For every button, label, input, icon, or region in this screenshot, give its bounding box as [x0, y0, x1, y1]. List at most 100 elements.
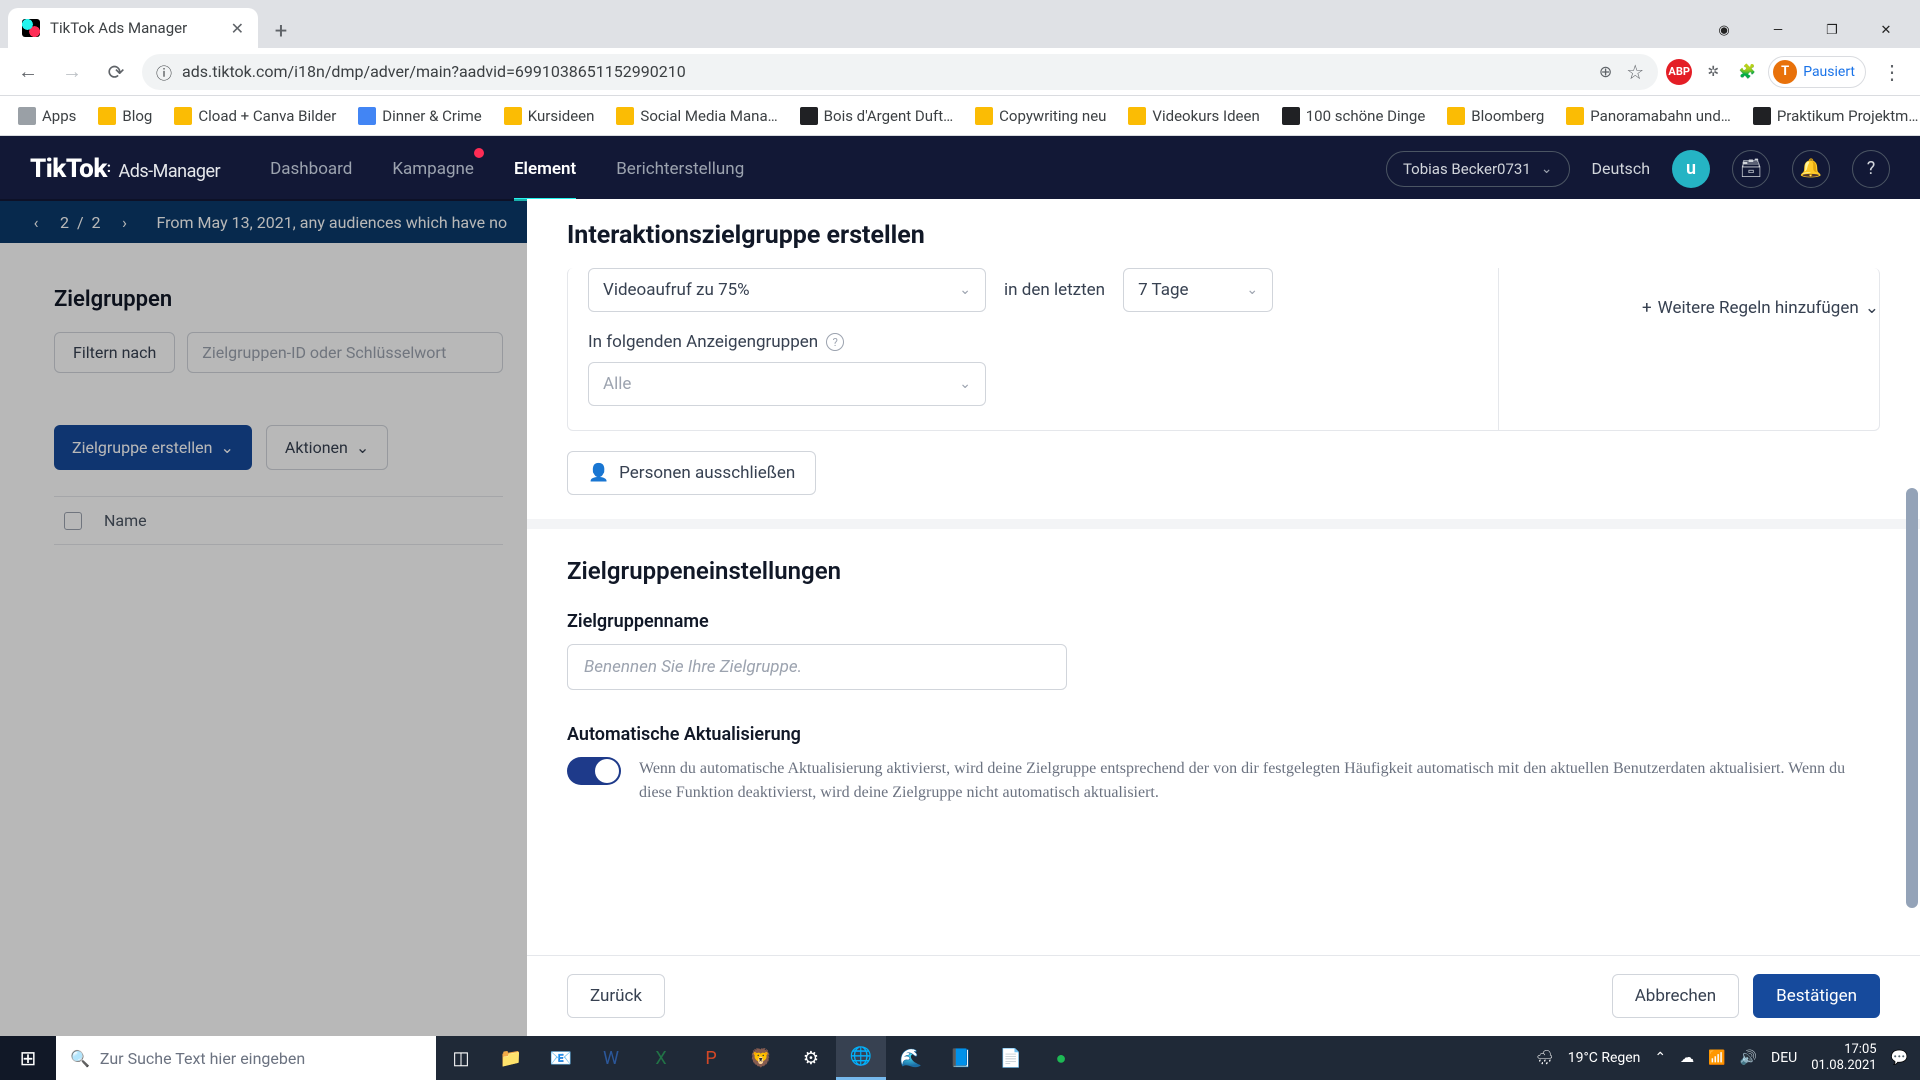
nav-kampagne[interactable]: Kampagne	[392, 136, 474, 201]
forward-button[interactable]: →	[54, 54, 90, 90]
volume-icon[interactable]: 🔊	[1740, 1050, 1757, 1066]
notifications-icon[interactable]: 💬	[1891, 1050, 1908, 1066]
tab-title: TikTok Ads Manager	[50, 19, 187, 37]
notepad-icon[interactable]: 📄	[986, 1036, 1036, 1080]
nav-dashboard[interactable]: Dashboard	[270, 136, 352, 201]
folder-icon	[975, 107, 993, 125]
adblock-extension-icon[interactable]: ABP	[1666, 59, 1692, 85]
new-tab-button[interactable]: +	[264, 14, 298, 48]
bookmark-item[interactable]: Videokurs Ideen	[1120, 103, 1267, 129]
start-button[interactable]: ⊞	[0, 1036, 56, 1080]
clock[interactable]: 17:05 01.08.2021	[1811, 1042, 1876, 1073]
close-window-button[interactable]: ✕	[1860, 12, 1912, 48]
tab-strip: TikTok Ads Manager ✕ + ◉ — ❐ ✕	[0, 0, 1920, 48]
chrome-icon[interactable]: 🌐	[836, 1036, 886, 1080]
nav-element[interactable]: Element	[514, 136, 576, 201]
bookmark-item[interactable]: 100 schöne Dinge	[1274, 103, 1434, 129]
settings-section: Zielgruppeneinstellungen Zielgruppenname…	[527, 519, 1920, 845]
app-icon[interactable]: 📘	[936, 1036, 986, 1080]
tray-chevron-icon[interactable]: ⌃	[1654, 1050, 1666, 1066]
bookmark-item[interactable]: Blog	[90, 103, 160, 129]
spotify-icon[interactable]: ●	[1036, 1036, 1086, 1080]
onedrive-icon[interactable]: ☁	[1680, 1050, 1694, 1066]
help-icon[interactable]: ?	[1852, 150, 1890, 188]
app-icon[interactable]: 🦁	[736, 1036, 786, 1080]
bookmark-item[interactable]: Bloomberg	[1439, 103, 1552, 129]
extensions-menu-icon[interactable]: 🧩	[1734, 59, 1760, 85]
briefcase-icon[interactable]: 🗃	[1732, 150, 1770, 188]
tab-close-icon[interactable]: ✕	[231, 19, 244, 38]
powerpoint-icon[interactable]: P	[686, 1036, 736, 1080]
logo[interactable]: TikTok: Ads-Manager	[30, 154, 220, 184]
nav-berichterstellung[interactable]: Berichterstellung	[616, 136, 744, 201]
bookmark-item[interactable]: Dinner & Crime	[350, 103, 489, 129]
bookmark-apps[interactable]: Apps	[10, 103, 84, 129]
weather-text[interactable]: 19°C Regen	[1568, 1050, 1641, 1066]
explorer-icon[interactable]: 📁	[486, 1036, 536, 1080]
time-select[interactable]: 7 Tage ⌄	[1123, 268, 1273, 312]
event-select[interactable]: Videoaufruf zu 75% ⌄	[588, 268, 986, 312]
taskbar-search[interactable]: 🔍 Zur Suche Text hier eingeben	[56, 1036, 436, 1080]
chevron-down-icon: ⌄	[1246, 282, 1258, 298]
word-icon[interactable]: W	[586, 1036, 636, 1080]
person-minus-icon: 👤	[588, 463, 609, 483]
exclude-people-button[interactable]: 👤 Personen ausschließen	[567, 451, 816, 495]
site-icon	[358, 107, 376, 125]
reload-button[interactable]: ⟳	[98, 54, 134, 90]
browser-tab[interactable]: TikTok Ads Manager ✕	[8, 8, 258, 48]
adgroup-select[interactable]: Alle ⌄	[588, 362, 986, 406]
browser-toolbar: ← → ⟳ ⓘ ads.tiktok.com/i18n/dmp/adver/ma…	[0, 48, 1920, 96]
bookmark-item[interactable]: Social Media Mana…	[608, 103, 785, 129]
bookmark-item[interactable]: Praktikum Projektm…	[1745, 103, 1920, 129]
app-header: TikTok: Ads-Manager Dashboard Kampagne E…	[0, 136, 1920, 201]
auto-update-toggle[interactable]	[567, 757, 621, 785]
avatar-icon[interactable]: u	[1672, 150, 1710, 188]
weather-icon[interactable]: 🌧	[1536, 1050, 1554, 1066]
adgroup-label: In folgenden Anzeigengruppen ?	[588, 332, 1859, 352]
browser-chrome: TikTok Ads Manager ✕ + ◉ — ❐ ✕ ← → ⟳ ⓘ a…	[0, 0, 1920, 136]
extension-icon[interactable]: ✲	[1700, 59, 1726, 85]
confirm-button[interactable]: Bestätigen	[1753, 974, 1880, 1018]
url-text: ads.tiktok.com/i18n/dmp/adver/main?aadvi…	[182, 62, 686, 81]
language-selector[interactable]: Deutsch	[1592, 159, 1650, 178]
scrollbar[interactable]	[1906, 488, 1918, 908]
auto-update-label: Automatische Aktualisierung	[567, 724, 1880, 745]
audience-name-input[interactable]: Benennen Sie Ihre Zielgruppe.	[567, 644, 1067, 690]
logo-dot-icon: :	[107, 160, 111, 176]
toggle-knob	[595, 759, 619, 783]
bookmark-item[interactable]: Panoramabahn und…	[1558, 103, 1739, 129]
browser-menu-button[interactable]: ⋮	[1874, 54, 1910, 90]
zoom-icon[interactable]: ⊕	[1599, 62, 1612, 81]
account-indicator-icon[interactable]: ◉	[1698, 12, 1750, 48]
site-info-icon[interactable]: ⓘ	[156, 60, 172, 84]
wifi-icon[interactable]: 📶	[1708, 1050, 1725, 1066]
bookmark-item[interactable]: Bois d'Argent Duft…	[792, 103, 962, 129]
mail-icon[interactable]: 📧	[536, 1036, 586, 1080]
maximize-button[interactable]: ❐	[1806, 12, 1858, 48]
add-rules-button[interactable]: + Weitere Regeln hinzufügen ⌄	[1642, 298, 1879, 318]
modal-backdrop[interactable]	[0, 199, 527, 1036]
bell-icon[interactable]: 🔔	[1792, 150, 1830, 188]
site-icon	[800, 107, 818, 125]
minimize-button[interactable]: —	[1752, 12, 1804, 48]
language-indicator[interactable]: DEU	[1771, 1050, 1797, 1066]
profile-badge[interactable]: T Pausiert	[1768, 56, 1866, 88]
task-view-icon[interactable]: ◫	[436, 1036, 486, 1080]
bookmark-item[interactable]: Cload + Canva Bilder	[166, 103, 344, 129]
edge-icon[interactable]: 🌊	[886, 1036, 936, 1080]
folder-icon	[504, 107, 522, 125]
cancel-button[interactable]: Abbrechen	[1612, 974, 1739, 1018]
bookmark-star-icon[interactable]: ☆	[1626, 60, 1644, 84]
bookmark-item[interactable]: Copywriting neu	[967, 103, 1114, 129]
rule-block: Videoaufruf zu 75% ⌄ in den letzten 7 Ta…	[567, 268, 1880, 431]
address-bar[interactable]: ⓘ ads.tiktok.com/i18n/dmp/adver/main?aad…	[142, 54, 1658, 90]
back-button[interactable]: ←	[10, 54, 46, 90]
obs-icon[interactable]: ⚙	[786, 1036, 836, 1080]
help-tooltip-icon[interactable]: ?	[826, 333, 844, 351]
plus-icon: +	[1642, 298, 1652, 318]
back-button[interactable]: Zurück	[567, 974, 665, 1018]
site-icon	[1282, 107, 1300, 125]
excel-icon[interactable]: X	[636, 1036, 686, 1080]
bookmark-item[interactable]: Kursideen	[496, 103, 603, 129]
user-dropdown[interactable]: Tobias Becker0731 ⌄	[1386, 151, 1570, 187]
